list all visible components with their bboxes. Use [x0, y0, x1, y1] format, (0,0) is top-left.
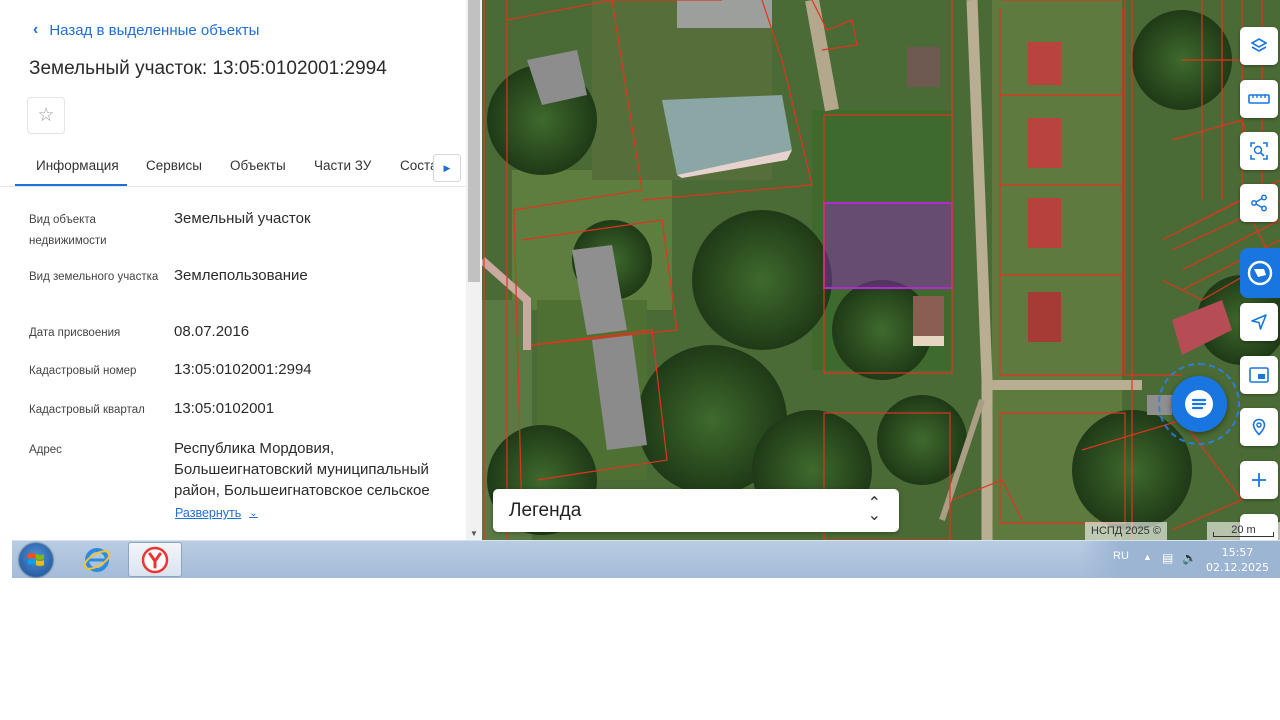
back-link-label: Назад в выделенные объекты: [49, 21, 260, 39]
area-select-icon: [1250, 142, 1268, 160]
satellite-map[interactable]: Легенда ⌃ ⌄ НСПД 2025 © 20 m: [482, 0, 1280, 540]
legend-title: Легенда: [509, 500, 582, 521]
star-icon: ☆: [37, 105, 55, 126]
internet-explorer-icon: [83, 547, 111, 572]
object-info-panel: ‹ Назад в выделенные объекты Земельный у…: [0, 0, 482, 540]
field-label: Вид объекта недвижимости: [29, 214, 107, 247]
map-imagery: [482, 0, 1280, 540]
chat-icon: [1185, 390, 1213, 418]
tray-expand-icon[interactable]: ▲: [1143, 552, 1152, 562]
chevron-down-icon: ⌄: [249, 507, 258, 519]
tabs-scroll-right-button[interactable]: ▶: [433, 154, 461, 182]
internet-explorer-button[interactable]: [70, 542, 124, 577]
yandex-browser-button[interactable]: [128, 542, 182, 577]
network-icon[interactable]: ▤: [1162, 551, 1173, 565]
windows-start-button[interactable]: [19, 543, 53, 577]
zoom-in-icon: [1252, 473, 1266, 487]
map-scale: 20 m: [1207, 522, 1280, 540]
windows-start-icon: [28, 553, 44, 566]
ruler-icon: [1248, 94, 1270, 104]
yandex-browser-icon: [141, 546, 169, 573]
field-label: Кадастровый номер: [29, 365, 137, 377]
tab-composition[interactable]: Соста: [400, 158, 438, 173]
page-title: Земельный участок: 13:05:0102001:2994: [29, 58, 387, 79]
chat-button[interactable]: [1171, 376, 1227, 432]
system-tray: RU ▲ ▤ 🔈 15:57 02.12.2025: [1080, 541, 1280, 578]
tab-parts[interactable]: Части ЗУ: [314, 158, 371, 173]
chevron-left-icon: ‹: [33, 21, 39, 38]
volume-icon[interactable]: 🔈: [1182, 551, 1197, 565]
expand-label: Развернуть: [175, 506, 242, 520]
field-label: Вид земельного участка: [29, 271, 159, 283]
geo-search-icon: [1252, 418, 1266, 436]
share-button[interactable]: [1240, 184, 1278, 222]
field-label: Адрес: [29, 444, 62, 456]
minimap-icon: [1249, 367, 1269, 383]
area-select-button[interactable]: [1240, 132, 1278, 170]
field-value: Земельный участок: [174, 210, 311, 227]
legend-dropdown[interactable]: Легенда ⌃ ⌄: [493, 489, 899, 532]
field-label: Дата присвоения: [29, 327, 121, 339]
windows-taskbar: RU ▲ ▤ 🔈 15:57 02.12.2025: [12, 540, 1280, 578]
field-value: 13:05:0102001: [174, 400, 275, 417]
expand-address-link[interactable]: Развернуть ⌄: [175, 506, 258, 520]
scale-bar: [1213, 532, 1274, 537]
layers-button[interactable]: [1240, 27, 1278, 65]
assistant-icon: [1247, 260, 1273, 286]
zoom-in-button[interactable]: [1240, 461, 1278, 499]
ruler-button[interactable]: [1240, 80, 1278, 118]
location-arrow-button[interactable]: [1240, 303, 1278, 341]
field-label: Кадастровый квартал: [29, 404, 145, 416]
map-copyright: НСПД 2025 ©: [1085, 522, 1167, 540]
back-to-selected-link[interactable]: ‹ Назад в выделенные объекты: [33, 21, 259, 39]
clock-date: 02.12.2025: [1206, 561, 1269, 574]
layers-icon: [1250, 38, 1268, 52]
assistant-side-button[interactable]: [1240, 248, 1280, 298]
up-down-chevron-icon: ⌃ ⌄: [867, 495, 881, 524]
language-indicator[interactable]: RU: [1113, 550, 1129, 562]
system-clock[interactable]: 15:57 02.12.2025: [1206, 545, 1269, 575]
caret-right-icon: ▶: [443, 162, 451, 173]
scrollbar-thumb[interactable]: [468, 0, 480, 282]
minimap-button[interactable]: [1240, 356, 1278, 394]
tab-objects[interactable]: Объекты: [230, 158, 286, 173]
field-value: Республика Мордовия, Большеигнатовский м…: [174, 440, 430, 499]
location-arrow-icon: [1251, 314, 1267, 330]
favorite-star-button[interactable]: ☆: [27, 97, 65, 134]
geo-search-button[interactable]: [1240, 408, 1278, 446]
panel-scrollbar[interactable]: ▼: [466, 0, 482, 540]
tab-bar: Информация Сервисы Объекты Части ЗУ Сост…: [0, 146, 466, 187]
tab-information[interactable]: Информация: [15, 158, 127, 186]
scroll-down-arrow-icon[interactable]: ▼: [470, 529, 478, 538]
share-icon: [1251, 194, 1267, 212]
field-value: 08.07.2016: [174, 323, 250, 340]
field-value: 13:05:0102001:2994: [174, 361, 312, 378]
tab-services[interactable]: Сервисы: [146, 158, 202, 173]
field-value: Землепользование: [174, 267, 308, 284]
clock-time: 15:57: [1221, 546, 1254, 559]
